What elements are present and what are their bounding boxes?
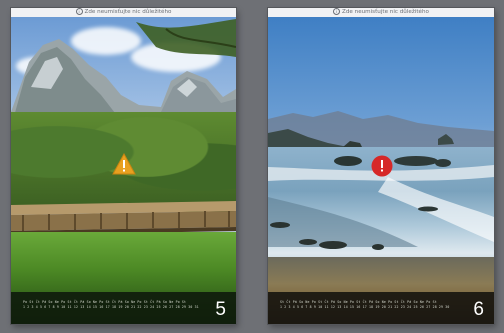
calendar-days: Po St Čt Pá So Ne Po St Čt Pá So Ne Po S… (23, 300, 199, 310)
safe-zone-warning-text: Zde neumisťujte nic důležitého (342, 9, 429, 15)
info-icon: i (333, 8, 341, 15)
error-circle-icon[interactable] (371, 155, 393, 177)
calendar-date-row: 1 2 3 4 5 6 7 8 9 10 11 12 13 14 15 16 1… (23, 305, 199, 310)
calendar-page-5[interactable]: i Zde neumisťujte nic důležitého Po St Č… (11, 8, 236, 324)
warning-triangle-icon[interactable] (112, 153, 136, 175)
calendar-strip: Po St Čt Pá So Ne Po St Čt Pá So Ne Po S… (11, 292, 236, 324)
calendar-days: St Čt Pá So Ne Po St Čt Pá So Ne Po St Č… (280, 300, 452, 310)
info-icon: i (75, 8, 83, 15)
safe-zone-warning: i Zde neumisťujte nic důležitého (268, 8, 494, 17)
page-number: 6 (473, 299, 484, 320)
calendar-strip: St Čt Pá So Ne Po St Čt Pá So Ne Po St Č… (268, 292, 494, 324)
calendar-page-6[interactable]: i Zde neumisťujte nic důležitého St Čt P… (268, 8, 494, 324)
calendar-date-row: 1 2 3 4 5 6 7 8 9 10 11 12 13 14 15 16 1… (280, 305, 450, 310)
safe-zone-warning: i Zde neumisťujte nic důležitého (11, 8, 236, 17)
page-number: 5 (215, 299, 226, 320)
safe-zone-warning-text: Zde neumisťujte nic důležitého (84, 9, 172, 15)
